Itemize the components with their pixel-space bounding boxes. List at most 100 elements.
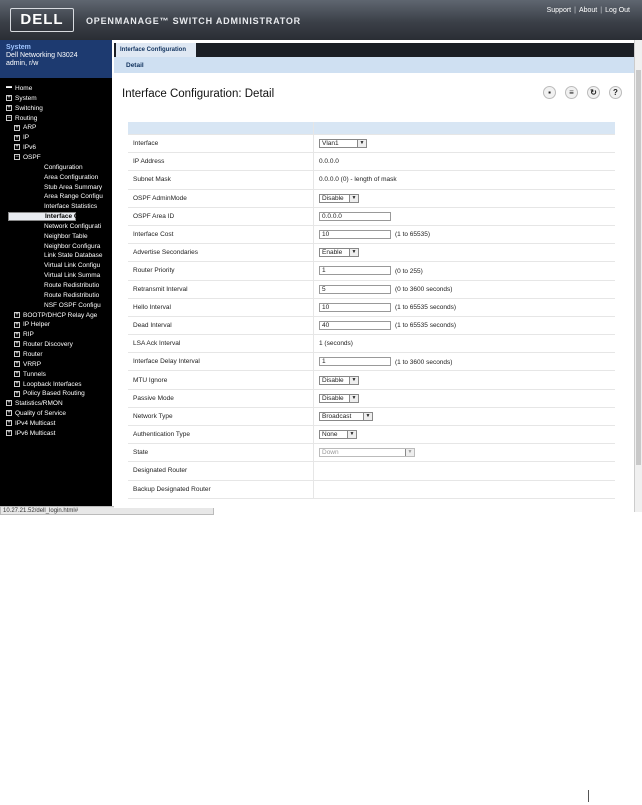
expand-icon[interactable]: + (14, 390, 20, 397)
nav-item[interactable]: − Routing (6, 114, 37, 123)
nav-item[interactable]: + IPv6 Multicast (6, 429, 55, 438)
nav-item[interactable]: − OSPF (14, 153, 41, 162)
expand-icon[interactable]: + (14, 321, 20, 328)
nav-item-label: Routing (15, 114, 38, 122)
range-hint: (0 to 3600 seconds) (395, 285, 453, 293)
value-input[interactable]: 10 (319, 302, 391, 312)
value-input[interactable]: 10 (319, 230, 391, 240)
nav-item[interactable]: + Tunnels (14, 370, 46, 379)
nav-item[interactable]: Virtual Link Summa (44, 271, 100, 280)
expand-icon[interactable]: + (6, 430, 12, 437)
row-label: Router Priority (128, 261, 314, 281)
row-label: Advertise Secondaries (128, 243, 314, 263)
nav-item[interactable]: Link State Database (44, 251, 103, 260)
nav-item[interactable]: Interface Configu (8, 212, 98, 222)
nav-item[interactable]: + Statistics/RMON (6, 399, 63, 408)
nav-item[interactable]: Neighbor Configura (44, 242, 100, 251)
nav-item[interactable]: Area Configuration (44, 173, 98, 182)
nav-item[interactable]: + BOOTP/DHCP Relay Age (14, 311, 97, 320)
refresh-icon[interactable]: ↻ (587, 86, 600, 99)
logout-link[interactable]: Log Out (605, 7, 630, 14)
expand-icon[interactable]: + (6, 104, 12, 111)
expand-icon[interactable]: + (14, 341, 20, 348)
value-select[interactable]: None ▼ (319, 430, 357, 440)
nav-item-label: Home (15, 85, 33, 92)
support-link[interactable]: Support (547, 7, 572, 14)
value-input[interactable]: 40 (319, 320, 391, 330)
value-input[interactable]: 1 (319, 357, 391, 367)
nav-item-label: BOOTP/DHCP Relay Age (23, 311, 98, 319)
nav-item[interactable]: Virtual Link Configu (44, 261, 100, 270)
nav-item[interactable]: + RIP (14, 330, 34, 339)
vertical-scrollbar[interactable] (634, 40, 642, 512)
value-select[interactable]: Enable ▼ (319, 248, 359, 258)
about-link[interactable]: About (579, 7, 597, 14)
nav-item[interactable]: Interface Statistics (44, 202, 97, 211)
print-icon[interactable]: ≡ (565, 86, 578, 99)
collapse-icon[interactable]: − (14, 154, 20, 161)
table-row: OSPF AdminMode Disable ▼ (128, 189, 615, 208)
row-value: 10 (1 to 65535 seconds) (313, 298, 615, 317)
value-select[interactable]: Broadcast ▼ (319, 411, 373, 421)
value-input[interactable]: 5 (319, 284, 391, 294)
nav-item[interactable]: Configuration (44, 163, 83, 172)
nav-item[interactable]: Route Redistributio (44, 291, 99, 300)
header-links: Support | About | Log Out (546, 7, 630, 14)
value-input[interactable]: 1 (319, 266, 391, 276)
nav-item[interactable]: + IP (14, 133, 29, 142)
save-icon[interactable]: ▪ (543, 86, 556, 99)
expand-icon[interactable]: + (6, 420, 12, 427)
nav-item[interactable]: Neighbor Table (44, 232, 88, 241)
detail-table: Interface Vlan1 ▼ IP Address 0.0.0.0 Subnet M… (128, 122, 615, 499)
expand-icon[interactable]: + (14, 124, 20, 131)
table-row: Authentication Type None ▼ (128, 425, 615, 445)
table-row: OSPF Area ID 0.0.0.0 (128, 207, 615, 226)
expand-icon[interactable]: + (6, 410, 12, 417)
nav-item[interactable]: ▬ Home (6, 84, 32, 93)
expand-icon[interactable]: + (14, 144, 20, 151)
value-select[interactable]: Disable ▼ (319, 375, 359, 385)
nav-item[interactable]: + IPv6 (14, 143, 36, 152)
table-row: Interface Cost 10 (1 to 65535) (128, 225, 615, 245)
nav-item[interactable]: Route Redistributio (44, 281, 99, 290)
expand-icon[interactable]: + (6, 95, 12, 102)
nav-item[interactable]: + VRRP (14, 360, 41, 369)
nav-item[interactable]: + Policy Based Routing (14, 389, 85, 398)
expand-icon[interactable]: + (14, 380, 20, 387)
nav-item[interactable]: Area Range Configu (44, 192, 103, 201)
scroll-thumb[interactable] (636, 70, 641, 465)
nav-item[interactable]: + Switching (6, 104, 43, 113)
expand-icon[interactable]: + (14, 361, 20, 368)
nav-item-label: IP (23, 134, 30, 142)
expand-icon[interactable]: + (14, 351, 20, 358)
collapse-icon[interactable]: − (6, 114, 12, 121)
value-select[interactable]: Disable ▼ (319, 193, 359, 203)
tab-interface-configuration[interactable]: Interface Configuration (116, 43, 196, 57)
expand-icon[interactable]: + (14, 331, 20, 338)
nav-item[interactable]: + IP Helper (14, 320, 50, 329)
nav-item[interactable]: + Router Discovery (14, 340, 73, 349)
expand-icon[interactable]: + (14, 134, 20, 141)
subtab-detail[interactable]: Detail (126, 62, 144, 69)
nav-item-label: System (15, 94, 37, 102)
nav-item[interactable]: + Loopback Interfaces (14, 380, 82, 389)
value-select[interactable]: Vlan1 ▼ (319, 139, 367, 149)
nav-item[interactable]: + ARP (14, 123, 36, 132)
system-label[interactable]: System (6, 44, 112, 52)
nav-item[interactable]: NSF OSPF Configu (44, 301, 101, 310)
select-value: Disable (322, 394, 344, 402)
nav-item[interactable]: Network Configurati (44, 222, 101, 231)
row-value: 1 (1 to 3600 seconds) (313, 352, 615, 372)
value-select[interactable]: Disable ▼ (319, 393, 359, 403)
nav-item[interactable]: + System (6, 94, 37, 103)
expand-icon[interactable]: + (6, 400, 12, 407)
nav-item[interactable]: Stub Area Summary (44, 183, 102, 192)
expand-icon[interactable]: + (14, 370, 20, 377)
expand-icon[interactable]: + (14, 311, 20, 318)
value-input[interactable]: 0.0.0.0 (319, 211, 391, 221)
nav-item[interactable]: + IPv4 Multicast (6, 419, 55, 428)
nav-item-label: Route Redistributio (44, 282, 100, 289)
help-icon[interactable]: ? (609, 86, 622, 99)
nav-item[interactable]: + Quality of Service (6, 409, 66, 418)
nav-item[interactable]: + Router (14, 350, 43, 359)
